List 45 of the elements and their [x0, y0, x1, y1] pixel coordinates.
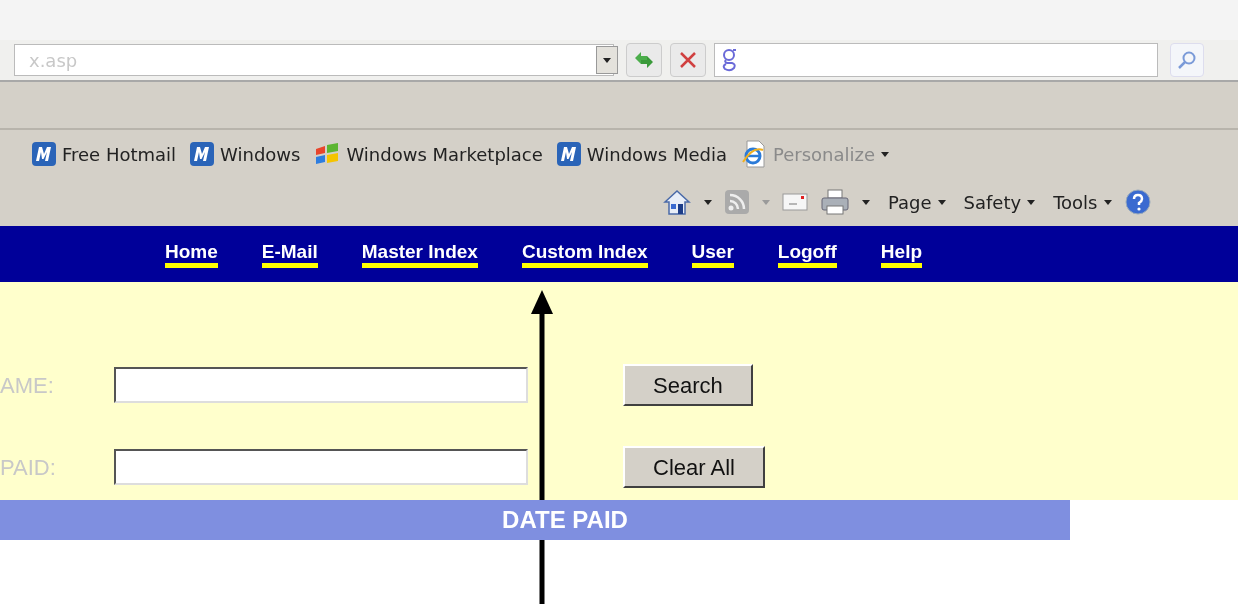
refresh-button[interactable]	[626, 43, 662, 77]
nav-link[interactable]: User	[691, 240, 734, 268]
search-button[interactable]	[1170, 43, 1204, 77]
flag-icon	[314, 143, 341, 165]
mail-icon[interactable]	[782, 192, 808, 212]
stop-button[interactable]	[670, 43, 706, 77]
favorites-link[interactable]: Free Hotmail	[32, 140, 177, 168]
page-e-icon	[740, 140, 767, 168]
m-logo-icon	[32, 142, 56, 166]
favorites-link[interactable]: Windows Marketplace	[314, 140, 543, 168]
caret-icon	[762, 199, 770, 205]
form-button[interactable]: Search	[623, 364, 753, 406]
home-icon[interactable]	[662, 188, 692, 216]
m-logo-icon	[556, 142, 581, 166]
help-icon[interactable]	[1123, 188, 1152, 216]
form-button[interactable]: Clear All	[623, 446, 765, 488]
nav-link[interactable]: Help	[880, 240, 923, 268]
favorites-link[interactable]: Windows	[190, 140, 301, 168]
refresh-arrows-icon	[633, 50, 655, 70]
caret-icon	[704, 199, 712, 205]
nav-link[interactable]: Custom Index	[521, 240, 648, 268]
input-field[interactable]	[114, 449, 528, 485]
printer-icon[interactable]	[820, 188, 850, 216]
search-field[interactable]	[714, 43, 1158, 77]
caret-icon	[1103, 199, 1112, 205]
close-icon	[679, 51, 697, 69]
menu-button[interactable]: Tools	[1053, 188, 1112, 216]
caret-icon	[1027, 199, 1036, 205]
caret-icon	[937, 199, 946, 205]
nav-link[interactable]: E-Mail	[261, 240, 318, 268]
caret-icon	[881, 151, 889, 157]
caret-icon	[862, 199, 870, 205]
caret-icon	[603, 57, 611, 63]
g-logo-icon	[721, 48, 737, 72]
nav-link[interactable]: Logoff	[777, 240, 837, 268]
search-icon	[1177, 50, 1197, 70]
nav-link[interactable]: Home	[165, 240, 218, 268]
menu-button[interactable]: Page	[888, 188, 946, 216]
favorites-link[interactable]: Windows Media	[556, 140, 727, 168]
nav-link[interactable]: Master Index	[361, 240, 478, 268]
feed-icon[interactable]	[724, 189, 750, 215]
dropdown-button[interactable]	[596, 46, 618, 74]
m-logo-icon	[190, 142, 215, 166]
menu-button[interactable]: Safety	[963, 188, 1036, 216]
input-field[interactable]	[114, 367, 528, 403]
